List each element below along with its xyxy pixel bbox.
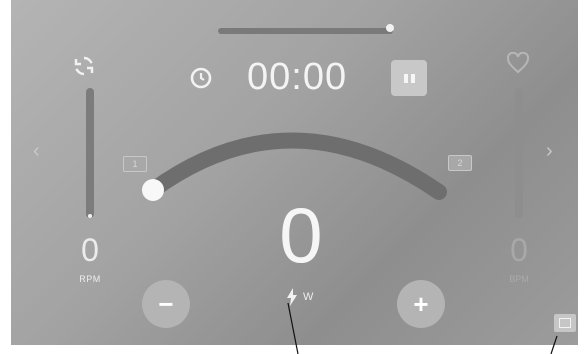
heart-rate-value: 0 xyxy=(510,232,528,268)
arc-right-badge: 2 xyxy=(448,155,472,171)
cadence-level-bar xyxy=(86,88,94,218)
cadence-value: 0 xyxy=(81,232,99,268)
previous-page-button[interactable]: ‹ xyxy=(33,140,40,163)
heart-rate-level-bar xyxy=(515,88,523,218)
resistance-slider-handle[interactable] xyxy=(142,179,164,201)
power-value: 0 xyxy=(279,191,323,279)
cadence-unit: RPM xyxy=(79,274,101,284)
pause-button[interactable] xyxy=(391,60,427,96)
arc-left-badge: 1 xyxy=(123,156,147,172)
workout-screen: 0 RPM ‹ › 00:00 1 2 0 − + W 0 BPM xyxy=(11,0,578,345)
fullscreen-button[interactable] xyxy=(554,314,576,332)
cadence-level-marker xyxy=(88,214,92,218)
sync-icon xyxy=(74,56,94,76)
lightning-icon xyxy=(287,288,297,306)
power-unit: W xyxy=(303,291,314,303)
elapsed-timer: 00:00 xyxy=(247,56,348,98)
power-indicator: W xyxy=(287,288,313,306)
next-page-button[interactable]: › xyxy=(546,140,553,163)
pause-icon xyxy=(403,73,415,83)
clock-icon xyxy=(190,67,212,89)
increase-button[interactable]: + xyxy=(397,280,445,328)
workout-progress-bar xyxy=(218,28,393,34)
heart-icon xyxy=(506,52,530,74)
workout-progress-marker xyxy=(385,24,394,32)
heart-rate-unit: BPM xyxy=(509,274,529,284)
fullscreen-icon xyxy=(559,318,571,328)
decrease-button[interactable]: − xyxy=(142,280,190,328)
